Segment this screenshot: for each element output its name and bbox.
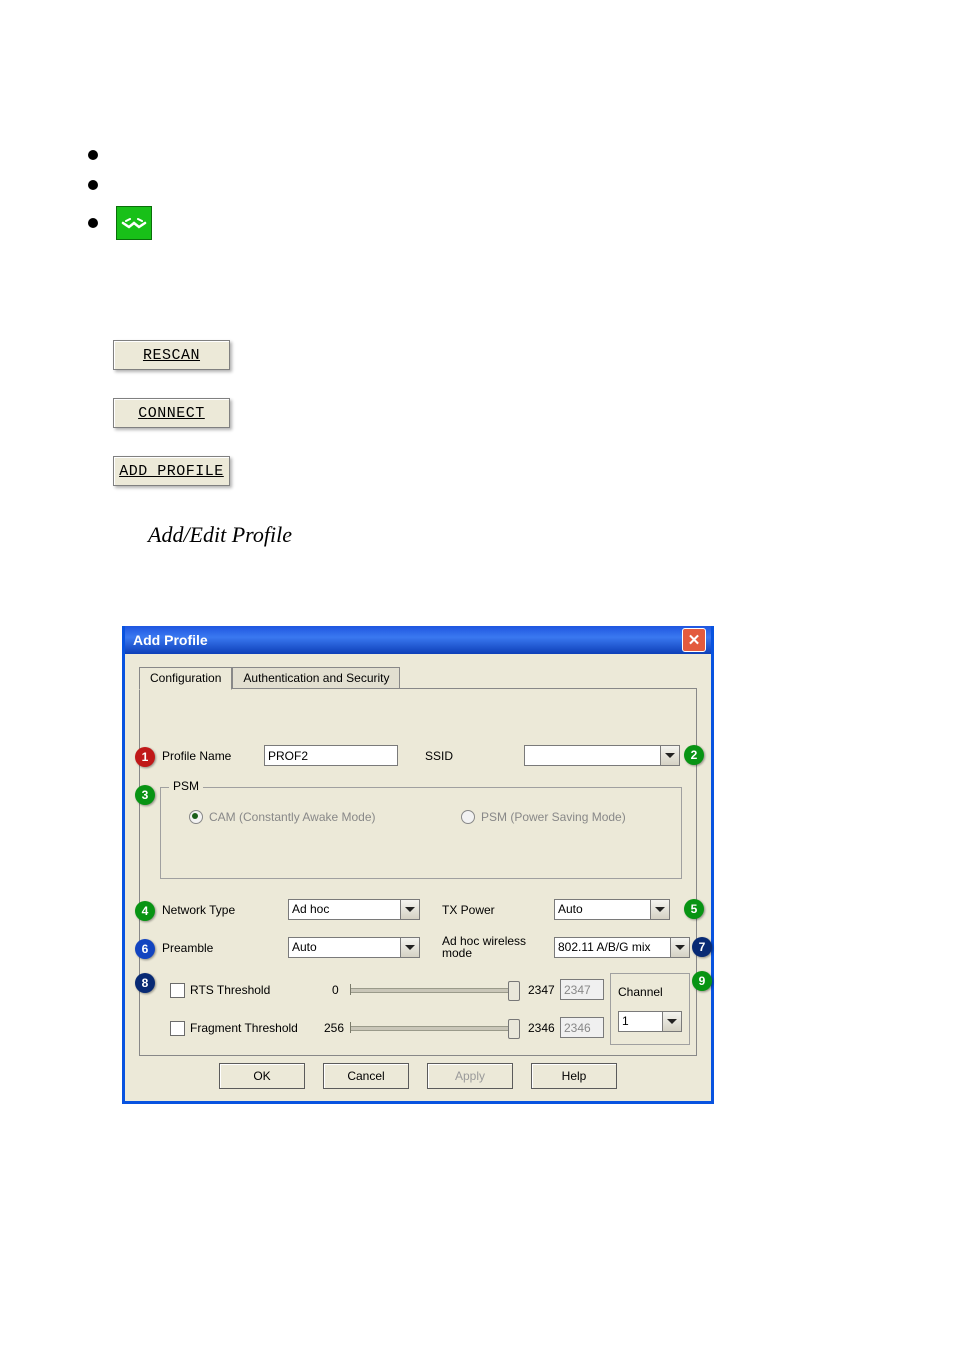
radio-icon	[461, 810, 475, 824]
tab-panel: 1 Profile Name SSID 2 3 PSM CAM (Constan…	[139, 688, 697, 1056]
preamble-combo[interactable]: Auto	[288, 937, 420, 958]
channel-combo[interactable]: 1	[618, 1011, 682, 1032]
titlebar: Add Profile ✕	[125, 626, 711, 654]
handshake-icon	[116, 206, 152, 240]
badge-3: 3	[135, 785, 155, 805]
badge-9: 9	[692, 971, 712, 991]
help-button[interactable]: Help	[531, 1063, 617, 1089]
bullet-dot	[88, 218, 98, 228]
chevron-down-icon[interactable]	[662, 1011, 682, 1032]
rescan-button[interactable]: RRESCANESCAN	[113, 340, 230, 370]
bullet-dot	[88, 180, 98, 190]
psm-groupbox: PSM CAM (Constantly Awake Mode) PSM (Pow…	[160, 787, 682, 879]
chevron-down-icon[interactable]	[660, 745, 680, 766]
window-title: Add Profile	[133, 632, 208, 648]
connect-button[interactable]: CONNECT	[113, 398, 230, 428]
rts-slider[interactable]	[350, 981, 518, 999]
preamble-label: Preamble	[162, 941, 213, 955]
badge-4: 4	[135, 901, 155, 921]
ssid-label: SSID	[425, 749, 453, 763]
adhoc-mode-label: Ad hoc wireless mode	[442, 935, 542, 959]
badge-2: 2	[684, 745, 704, 765]
ssid-value[interactable]	[524, 745, 660, 766]
frag-checkbox[interactable]	[170, 1021, 185, 1036]
section-title: Add/Edit Profile	[148, 522, 292, 548]
rts-value	[560, 979, 604, 1000]
addprofile-button[interactable]: ADD PROFILE	[113, 456, 230, 486]
ok-button[interactable]: OK	[219, 1063, 305, 1089]
badge-5: 5	[684, 899, 704, 919]
bullet-list	[88, 140, 152, 246]
psm-radio: PSM (Power Saving Mode)	[461, 810, 626, 824]
frag-slider[interactable]	[350, 1019, 518, 1037]
frag-value	[560, 1017, 604, 1038]
network-type-label: Network Type	[162, 903, 235, 917]
bullet-dot	[88, 150, 98, 160]
adhoc-mode-combo[interactable]: 802.11 A/B/G mix	[554, 937, 690, 958]
rts-checkbox[interactable]	[170, 983, 185, 998]
cancel-button[interactable]: Cancel	[323, 1063, 409, 1089]
profile-name-label: Profile Name	[162, 749, 231, 763]
chevron-down-icon[interactable]	[400, 899, 420, 920]
badge-8: 8	[135, 973, 155, 993]
chevron-down-icon[interactable]	[650, 899, 670, 920]
radio-icon	[189, 810, 203, 824]
chevron-down-icon[interactable]	[400, 937, 420, 958]
tx-power-label: TX Power	[442, 903, 495, 917]
ssid-combo[interactable]	[524, 745, 680, 766]
badge-1: 1	[135, 747, 155, 767]
badge-6: 6	[135, 939, 155, 959]
add-profile-dialog: Add Profile ✕ Configuration Authenticati…	[122, 626, 714, 1104]
frag-max: 2346	[528, 1021, 555, 1035]
network-type-combo[interactable]: Ad hoc	[288, 899, 420, 920]
badge-7: 7	[692, 937, 712, 957]
tab-configuration[interactable]: Configuration	[139, 667, 232, 690]
frag-label: Fragment Threshold	[190, 1021, 298, 1035]
profile-name-input[interactable]	[264, 745, 398, 766]
tx-power-combo[interactable]: Auto	[554, 899, 670, 920]
psm-legend: PSM	[169, 779, 203, 793]
rts-max: 2347	[528, 983, 555, 997]
tab-auth-security[interactable]: Authentication and Security	[232, 667, 400, 690]
channel-label: Channel	[618, 985, 663, 999]
rts-label: RTS Threshold	[190, 983, 270, 997]
chevron-down-icon[interactable]	[670, 937, 690, 958]
rts-min: 0	[332, 983, 339, 997]
frag-min: 256	[324, 1021, 344, 1035]
apply-button: Apply	[427, 1063, 513, 1089]
close-icon[interactable]: ✕	[682, 628, 706, 652]
cam-radio: CAM (Constantly Awake Mode)	[189, 810, 376, 824]
